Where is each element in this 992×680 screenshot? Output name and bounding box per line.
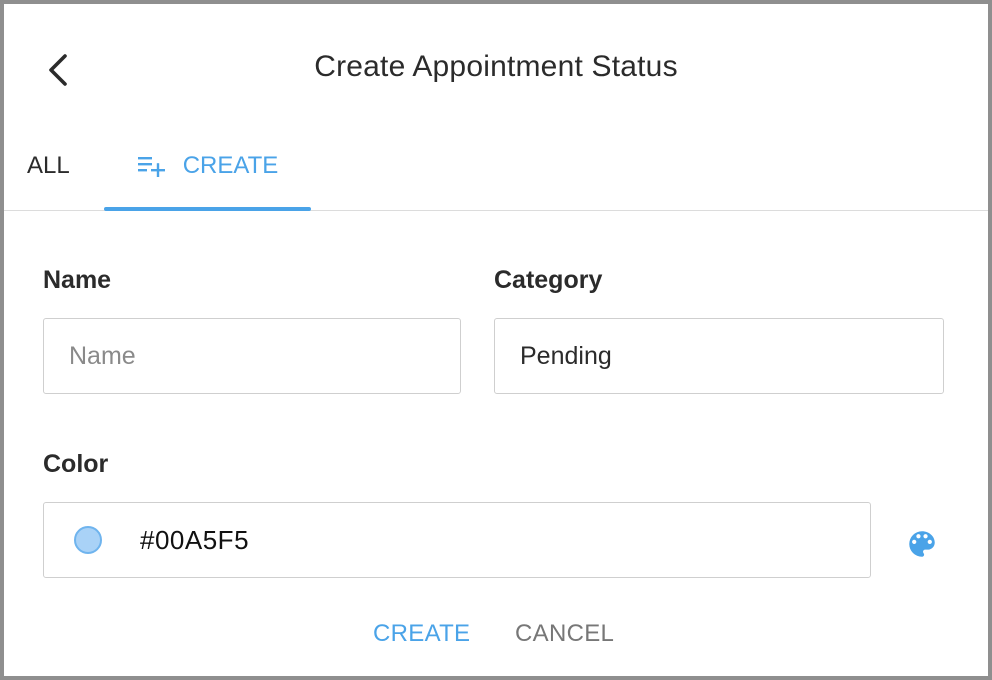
- color-field[interactable]: #00A5F5: [43, 502, 871, 578]
- tab-bar: ALL CREATE: [4, 122, 988, 211]
- cancel-button[interactable]: CANCEL: [515, 612, 614, 656]
- color-picker-button[interactable]: [900, 522, 944, 566]
- name-input[interactable]: [44, 319, 460, 393]
- tab-all[interactable]: ALL: [27, 122, 70, 210]
- category-label: Category: [494, 266, 603, 294]
- category-value: Pending: [520, 341, 612, 370]
- color-label: Color: [43, 450, 109, 478]
- playlist-add-icon: [137, 155, 167, 177]
- active-tab-indicator: [104, 207, 311, 211]
- page-title: Create Appointment Status: [314, 50, 678, 83]
- create-button[interactable]: CREATE: [373, 612, 470, 656]
- tab-all-label: ALL: [27, 152, 70, 179]
- category-select[interactable]: Pending: [494, 318, 944, 394]
- color-swatch: [74, 526, 102, 554]
- color-value: #00A5F5: [140, 524, 250, 555]
- tab-create[interactable]: CREATE: [104, 122, 311, 210]
- palette-icon: [909, 531, 935, 557]
- name-field-box: [43, 318, 461, 394]
- name-label: Name: [43, 266, 112, 294]
- tab-create-label: CREATE: [182, 152, 279, 179]
- dialog: Create Appointment Status ALL CREATE Nam…: [0, 0, 992, 680]
